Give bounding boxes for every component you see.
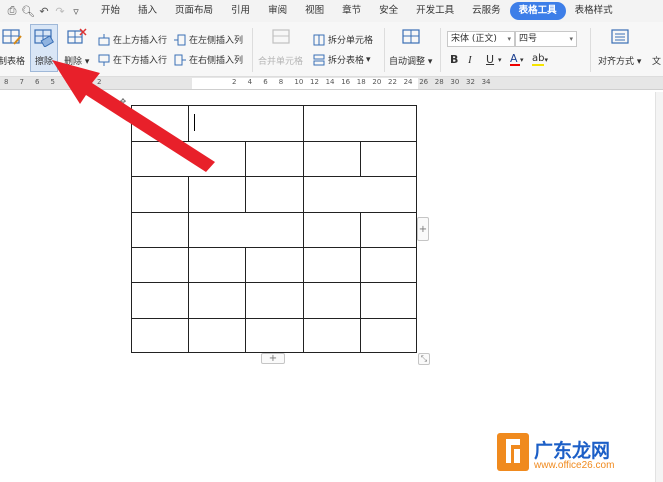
watermark-logo [497, 433, 529, 471]
watermark-url: www.office26.com [534, 460, 615, 471]
red-arrow-annotation [52, 60, 215, 172]
watermark-name: 广东龙网 [534, 440, 611, 462]
